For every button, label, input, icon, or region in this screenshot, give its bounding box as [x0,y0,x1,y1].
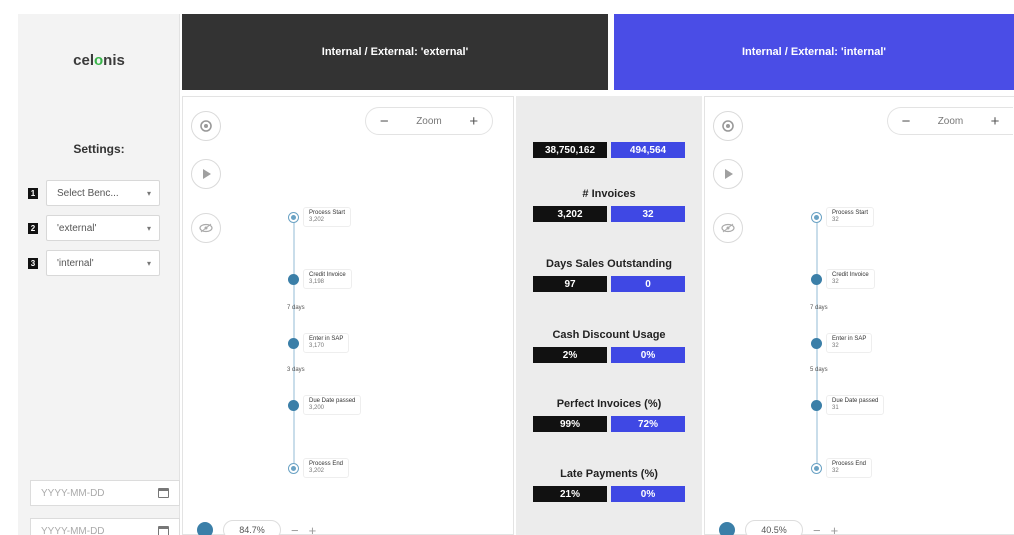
conformance-indicator [719,522,735,535]
kpi-external-value: 21% [533,486,607,502]
process-start-node[interactable]: Process Start 32 [811,207,875,227]
celonis-logo: celonis [73,52,125,69]
decrease-button[interactable]: − [813,523,821,535]
kpi-title: Perfect Invoices (%) [556,398,662,410]
calendar-icon[interactable] [158,488,169,498]
external-select[interactable]: 'external' ▾ [46,215,160,241]
process-end-node[interactable]: Process End 32 [811,458,873,478]
chevron-down-icon: ▾ [146,188,151,198]
activity-node[interactable]: Enter in SAP 3,170 [288,333,350,353]
calendar-icon[interactable] [158,526,169,535]
kpi-external-value: 3,202 [533,206,607,222]
activity-node[interactable]: Enter in SAP 32 [811,333,873,353]
internal-select[interactable]: 'internal' ▾ [46,250,160,276]
kpi-external-value: 97 [533,276,607,292]
setting-row-benchmark: 1 Select Benc... ▾ [28,180,160,206]
edge-label: 5 days [810,367,828,373]
kpi-external-value: 99% [533,416,607,432]
kpi-title: # Invoices [582,188,636,200]
end-icon [288,462,299,474]
activity-node[interactable]: Credit Invoice 3,198 [288,269,352,289]
kpi-panel: 38,750,162 494,564 # Invoices 3,202 32 D… [516,96,702,535]
process-end-node[interactable]: Process End 3,202 [288,458,350,478]
sidebar: celonis Settings: 1 Select Benc... ▾ 2 '… [18,14,180,535]
kpi-perfect-invoices: Perfect Invoices (%) 99% 72% [516,398,702,432]
kpi-invoices: # Invoices 3,202 32 [516,188,702,222]
external-process-panel: − Zoom + 7 days 3 days Process Start 3,20… [182,96,514,535]
kpi-cash-discount: Cash Discount Usage 2% 0% [516,329,702,363]
kpi-external-value: 2% [533,347,607,363]
start-date-input[interactable]: YYYY-MM-DD [30,480,180,506]
setting-row-internal: 3 'internal' ▾ [28,250,160,276]
kpi-dso: Days Sales Outstanding 97 0 [516,258,702,292]
conformance-value[interactable]: 84.7% [223,520,281,535]
decrease-button[interactable]: − [291,523,299,535]
edge-label: 7 days [810,305,828,311]
conformance-control: 84.7% − + [197,520,316,535]
kpi-title: Late Payments (%) [560,468,658,480]
increase-button[interactable]: + [831,523,839,535]
setting-number: 1 [28,187,38,199]
process-start-node[interactable]: Process Start 3,202 [288,207,352,227]
end-date-input[interactable]: YYYY-MM-DD [30,518,180,535]
benchmark-select[interactable]: Select Benc... ▾ [46,180,160,206]
kpi-internal-value: 0% [611,347,685,363]
start-icon [288,211,299,223]
activity-node[interactable]: Due Date passed 3,200 [288,395,362,415]
setting-number: 3 [28,257,38,269]
conformance-value[interactable]: 40.5% [745,520,803,535]
kpi-internal-value: 0 [611,276,685,292]
activity-node[interactable]: Credit Invoice 32 [811,269,875,289]
kpi-title: Days Sales Outstanding [546,258,672,270]
kpi-internal-value: 0% [611,486,685,502]
setting-number: 2 [28,222,38,234]
start-icon [811,211,822,223]
process-graph: 7 days 3 days Process Start 3,202 Credit … [183,97,483,478]
kpi-internal-value: 32 [611,206,685,222]
kpi-internal-value: 72% [611,416,685,432]
settings-title: Settings: [73,142,125,156]
conformance-indicator [197,522,213,535]
setting-row-external: 2 'external' ▾ [28,215,160,241]
kpi-late-payments: Late Payments (%) 21% 0% [516,468,702,502]
internal-banner: Internal / External: 'internal' [614,14,1014,90]
edge-label: 7 days [287,305,305,311]
chevron-down-icon: ▾ [146,258,151,268]
conformance-control: 40.5% − + [719,520,838,535]
kpi-total: 38,750,162 494,564 [516,142,702,158]
edge-label: 3 days [287,367,305,373]
chevron-down-icon: ▾ [146,223,151,233]
kpi-title: Cash Discount Usage [552,329,666,341]
increase-button[interactable]: + [309,523,317,535]
end-icon [811,462,822,474]
activity-node[interactable]: Due Date passed 31 [811,395,885,415]
kpi-external-value: 38,750,162 [533,142,607,158]
process-graph: 7 days 5 days Process Start 32 Credit Inv… [705,97,1005,478]
kpi-internal-value: 494,564 [611,142,685,158]
internal-process-panel: − Zoom + 7 days 5 days Process Start 32 C… [704,96,1014,535]
external-banner: Internal / External: 'external' [182,14,608,90]
